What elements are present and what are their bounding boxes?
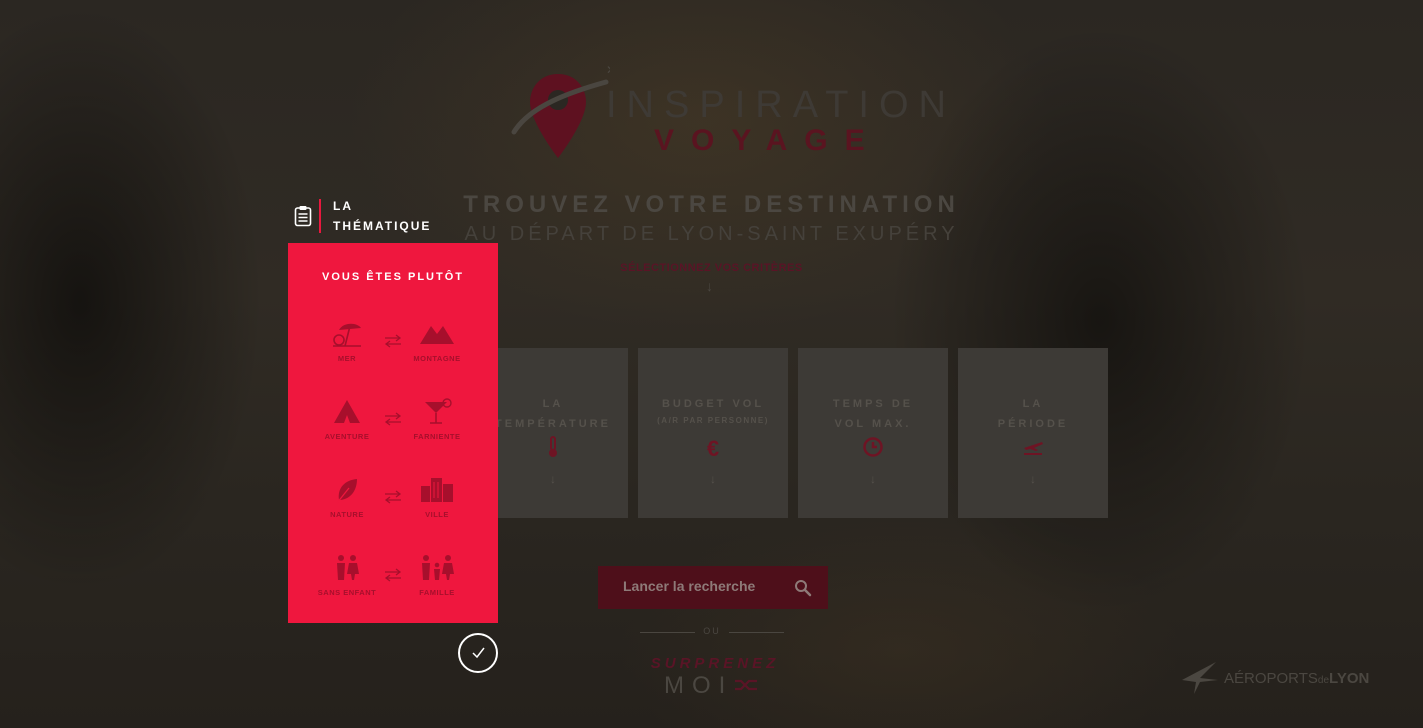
theme-pair-row: NATURE VILLE: [288, 476, 498, 526]
euro-icon: €: [706, 436, 720, 461]
validate-button[interactable]: [458, 633, 498, 673]
card-sublabel: (A/R PAR PERSONNE): [657, 416, 769, 425]
arrow-down-icon: ↓: [710, 472, 716, 486]
option-sans-enfant[interactable]: SANS ENFANT: [307, 554, 387, 604]
theme-pair-row: AVENTURE FARNIENTE: [288, 398, 498, 448]
search-icon: [795, 580, 812, 597]
option-montagne[interactable]: MONTAGNE: [397, 320, 477, 370]
search-button-label: Lancer la recherche: [623, 578, 756, 594]
option-famille[interactable]: FAMILLE: [397, 554, 477, 604]
beach-umbrella-icon: [333, 323, 361, 347]
aero-text-part3: LYON: [1329, 670, 1370, 687]
inspiration-voyage-logo: ✕ INSPIRATION VOYAGE: [510, 62, 946, 174]
leaf-icon: [336, 479, 357, 504]
couple-icon: [337, 555, 359, 580]
arrow-down-icon: ↓: [706, 278, 713, 294]
arrow-down-icon: ↓: [550, 472, 556, 486]
criterion-card-flight-time[interactable]: TEMPS DE VOL MAX. ↓: [798, 348, 948, 518]
option-label: NATURE: [330, 510, 364, 519]
or-separator: OU: [640, 626, 784, 640]
clipboard-icon: [294, 206, 312, 227]
label-line-2: THÉMATIQUE: [333, 219, 432, 233]
active-criterion-label: LA THÉMATIQUE: [333, 196, 431, 236]
theme-pair-row: SANS ENFANT FAMILLE: [288, 554, 498, 604]
criteria-prompt: SÉLECTIONNEZ VOS CRITÈRES: [620, 262, 803, 274]
theme-pair-row: MER MONTAGNE: [288, 320, 498, 370]
plane-icon: [958, 436, 1108, 462]
search-button[interactable]: Lancer la recherche: [598, 566, 828, 609]
page-subtitle: AU DÉPART DE LYON-SAINT EXUPÉRY: [464, 223, 959, 245]
surprise-me-label: MOI: [664, 672, 734, 699]
svg-text:✕: ✕: [606, 63, 610, 77]
aero-text-part2: de: [1317, 675, 1330, 686]
card-label: BUDGET VOL: [661, 398, 765, 410]
city-buildings-icon: [421, 478, 453, 502]
option-aventure[interactable]: AVENTURE: [307, 398, 387, 448]
checkmark-icon: [472, 647, 485, 659]
surprise-me-link[interactable]: SURPRENEZ: [600, 655, 830, 672]
theme-panel: VOUS ÊTES PLUTÔT MER MONTAGNE AVENTURE F…: [288, 243, 498, 623]
criterion-card-temperature[interactable]: LA TEMPÉRATURE ↓: [478, 348, 628, 518]
option-nature[interactable]: NATURE: [307, 476, 387, 526]
option-label: FARNIENTE: [413, 432, 461, 441]
option-ville[interactable]: VILLE: [397, 476, 477, 526]
criterion-card-period[interactable]: LA PÉRIODE ↓: [958, 348, 1108, 518]
label-line-1: LA: [333, 199, 353, 213]
thermometer-icon: [478, 436, 628, 464]
option-mer[interactable]: MER: [307, 320, 387, 370]
page-title: TROUVEZ VOTRE DESTINATION: [463, 191, 960, 218]
aero-text-part1: AÉROPORTS: [1224, 670, 1318, 687]
arrow-down-icon: ↓: [870, 472, 876, 486]
mountain-icon: [420, 326, 454, 344]
shuffle-icon: [735, 679, 758, 691]
option-label: MONTAGNE: [413, 354, 461, 363]
card-label: TEMPS DE VOL MAX.: [832, 398, 914, 430]
option-label: AVENTURE: [324, 432, 370, 441]
aeroports-star-icon: [1182, 662, 1218, 694]
option-label: SANS ENFANT: [317, 588, 377, 597]
or-text: OU: [703, 626, 721, 636]
card-label: LA PÉRIODE: [997, 398, 1069, 430]
tent-icon: [334, 400, 360, 423]
family-icon: [422, 555, 454, 580]
surprise-me-word[interactable]: MOI: [664, 672, 759, 700]
card-label: LA TEMPÉRATURE: [495, 398, 611, 430]
criterion-card-budget[interactable]: BUDGET VOL (A/R PAR PERSONNE) € ↓: [638, 348, 788, 518]
cocktail-icon: [425, 398, 452, 424]
divider: [729, 632, 784, 633]
panel-title: VOUS ÊTES PLUTÔT: [321, 271, 464, 283]
option-label: FAMILLE: [419, 588, 455, 597]
clock-icon: [798, 436, 948, 464]
option-label: MER: [337, 354, 357, 363]
logo-word-inspiration: INSPIRATION: [606, 84, 956, 126]
map-pin-icon: ✕: [511, 63, 610, 158]
option-farniente[interactable]: FARNIENTE: [397, 398, 477, 448]
aeroports-de-lyon-logo: AÉROPORTSdeLYON: [1180, 660, 1380, 696]
active-criterion-header[interactable]: LA THÉMATIQUE: [288, 195, 488, 237]
header-divider: [319, 199, 321, 233]
logo-word-voyage: VOYAGE: [654, 124, 882, 157]
arrow-down-icon: ↓: [1030, 472, 1036, 486]
option-label: VILLE: [425, 510, 449, 519]
